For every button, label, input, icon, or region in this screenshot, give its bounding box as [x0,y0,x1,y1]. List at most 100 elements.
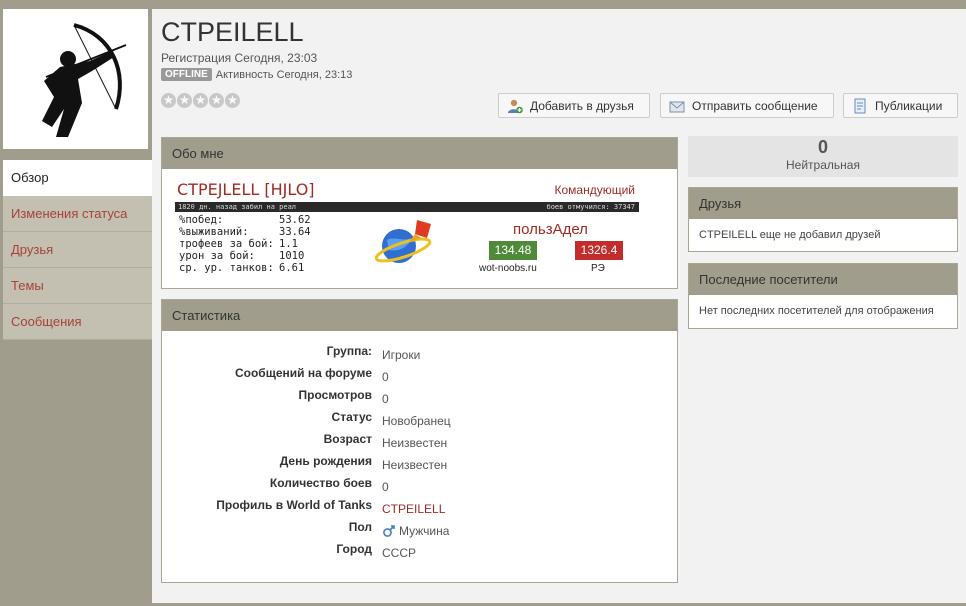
reputation-box: 0 Нейтральная [688,136,958,177]
friends-panel-title: Друзья [689,188,957,219]
stat-value: 6.61 [279,262,305,274]
stat-value: Игроки [382,348,421,362]
signature-bar: 1820 дн. назад забил на реал боев отмучи… [175,202,639,212]
archer-avatar-icon [41,22,126,137]
stat-value: Неизвестен [382,436,448,450]
avatar[interactable] [3,9,148,149]
about-panel: Обо мне CTPEJLELL [HJLO] Командующий 182… [161,137,678,289]
stat-key: Количество боев [269,476,372,490]
statistics-panel: Статистика Группа: Игроки Сообщений на ф… [161,299,678,583]
registration-date: Регистрация Сегодня, 23:03 [161,51,318,65]
stat-value: 0 [382,370,389,384]
sidebar-item-status-updates[interactable]: Изменения статуса [3,196,152,232]
status-badge: OFFLINE [161,68,212,81]
stat-value: Новобранец [382,414,451,428]
signature-stat-row: урон за бой: 1010 [179,250,311,262]
stat-label: %выживаний: [179,226,249,238]
last-activity: Активность Сегодня, 23:13 [215,68,353,81]
stat-value: 0 [382,480,389,494]
visitors-panel: Последние посетители Нет последних посет… [688,263,958,329]
signature-stat-row: %выживаний: 33.64 [179,226,311,238]
signature-stat-row: трофеев за бой: 1.1 [179,238,311,250]
rating-stars[interactable]: ★ ★ ★ ★ ★ [161,93,240,108]
send-message-button[interactable]: Отправить сообщение [660,93,834,118]
signature-stats: %побед: 53.62 %выживаний: 33.64 трофеев за… [179,214,311,274]
stat-row-views: Просмотров 0 [162,388,677,410]
star-icon[interactable]: ★ [225,93,240,108]
profile-main: CTPEILELL Регистрация Сегодня, 23:03 OFF… [152,9,966,603]
statistics-panel-title: Статистика [162,300,677,331]
male-icon [383,525,395,537]
stat-key: Профиль в World of Tanks [216,498,372,512]
publications-label: Публикации [875,98,943,113]
sidebar-item-topics[interactable]: Темы [3,268,152,304]
wn-rating-badge: 134.48 [489,241,537,260]
globe-rocket-icon [374,220,432,263]
wot-profile-link[interactable]: CTPEILELL [382,498,445,520]
stat-value: СССР [382,546,417,560]
star-icon[interactable]: ★ [193,93,208,108]
reputation-label: Нейтральная [786,158,860,172]
signature-bar-right: боев отмучился: 37347 [546,203,635,211]
stat-row-forum-posts: Сообщений на форуме 0 [162,366,677,388]
signature-stat-row: %побед: 53.62 [179,214,311,226]
star-icon[interactable]: ★ [209,93,224,108]
stat-key: Статус [331,410,372,424]
signature-stat-row: ср. ур. танков: 6.61 [179,262,311,274]
friends-panel: Друзья CTPEILELL еще не добавил друзей [688,187,958,252]
gender-value: Мужчина [399,524,450,538]
stat-label: %побед: [179,214,224,226]
friends-empty-text: CTPEILELL еще не добавил друзей [699,229,881,241]
stat-label: ср. ур. танков: [179,262,274,274]
stat-key: Просмотров [298,388,372,402]
reputation-value: 0 [817,137,828,157]
stat-value: 1.1 [279,238,298,250]
publications-button[interactable]: Публикации [843,93,958,118]
stat-key: Город [336,542,372,556]
stat-key: Группа: [326,344,372,358]
profile-sidebar-nav: Обзор Изменения статуса Друзья Темы Сооб… [3,160,152,340]
star-icon[interactable]: ★ [161,93,176,108]
stat-row-age: Возраст Неизвестен [162,432,677,454]
add-user-icon [508,99,523,113]
star-icon[interactable]: ★ [177,93,192,108]
stat-key: День рождения [279,454,372,468]
send-message-label: Отправить сообщение [692,98,818,113]
stat-row-battles: Количество боев 0 [162,476,677,498]
stat-row-birthday: День рождения Неизвестен [162,454,677,476]
player-signature: CTPEJLELL [HJLO] Командующий 1820 дн. на… [173,174,639,284]
signature-bar-left: 1820 дн. назад забил на реал [178,203,297,211]
stat-row-city: Город СССР [162,542,677,564]
stat-value: Мужчина [382,520,449,542]
wn-rating-label: wot-noobs.ru [479,263,537,274]
re-rating-badge: 1326.4 [575,241,623,260]
sidebar-item-messages[interactable]: Сообщения [3,304,152,340]
stat-label: урон за бой: [179,250,255,262]
stat-value: 0 [382,392,389,406]
add-friend-button[interactable]: Добавить в друзья [498,93,650,118]
about-panel-title: Обо мне [162,138,677,169]
signature-rank: Командующий [554,183,636,197]
stat-key: Возраст [323,432,372,446]
stat-label: трофеев за бой: [179,238,274,250]
activity-line: OFFLINE Активность Сегодня, 23:13 [161,68,352,81]
add-friend-label: Добавить в друзья [530,98,634,113]
re-rating-label: РЭ [591,263,605,274]
stat-key: Пол [348,520,372,534]
stat-row-gender: Пол Мужчина [162,520,677,542]
page-title: CTPEILELL [161,17,304,47]
stat-value: Неизвестен [382,458,448,472]
stat-row-wot-profile: Профиль в World of Tanks CTPEILELL [162,498,677,520]
stat-value: 1010 [279,250,305,262]
stat-value: 33.64 [279,226,311,238]
stat-row-status: Статус Новобранец [162,410,677,432]
stat-value: 53.62 [279,214,311,226]
stat-row-group: Группа: Игроки [162,344,677,366]
sidebar-item-friends[interactable]: Друзья [3,232,152,268]
top-bar [0,0,966,7]
visitors-empty-text: Нет последних посетителей для отображени… [699,305,934,317]
sidebar-item-overview[interactable]: Обзор [3,160,152,196]
stat-key: Сообщений на форуме [234,366,372,380]
signature-brand: пользАдел [513,221,588,238]
document-icon [854,98,866,113]
